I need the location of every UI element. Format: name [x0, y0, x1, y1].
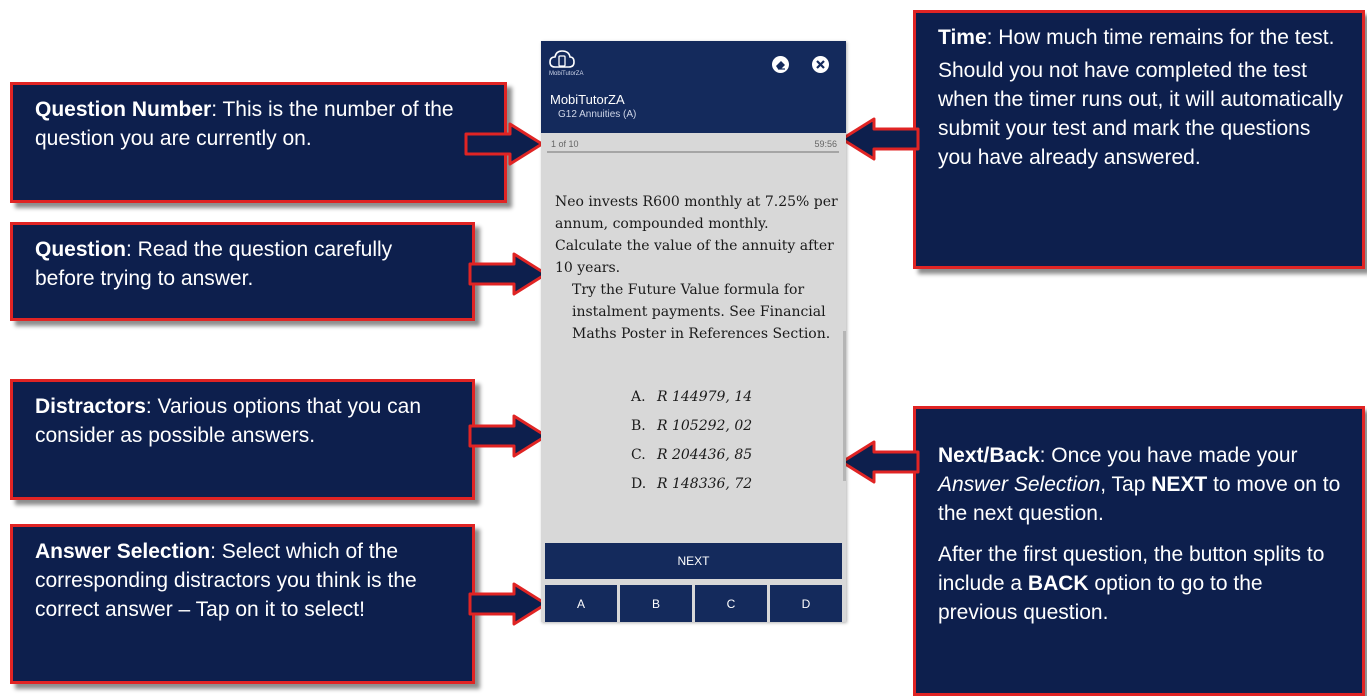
- annotation-title: Next/Back: [938, 444, 1040, 467]
- answer-button-a[interactable]: A: [545, 585, 617, 622]
- annotation-next-back: Next/Back: Once you have made your Answe…: [913, 406, 1365, 696]
- annotation-answer-selection: Answer Selection: Select which of the co…: [10, 524, 475, 684]
- option-letter: D.: [631, 476, 647, 492]
- test-timer: 59:56: [814, 139, 837, 149]
- question-number: 1 of 10: [551, 139, 579, 149]
- annotation-title: Distractors: [35, 395, 146, 418]
- app-name: MobiTutorZA: [550, 92, 625, 107]
- answer-button-d[interactable]: D: [770, 585, 842, 622]
- option-value: R 148336, 72: [657, 476, 753, 492]
- option-letter: A.: [631, 389, 646, 405]
- annotation-text-bold: BACK: [1027, 572, 1089, 595]
- arrow-left-icon: [840, 117, 920, 161]
- close-icon[interactable]: [811, 55, 830, 74]
- scrollbar[interactable]: [843, 331, 846, 481]
- cloud-phone-logo-icon: [549, 50, 575, 68]
- question-text: Neo invests R600 monthly at 7.25% per an…: [555, 194, 838, 276]
- option-value: R 144979, 14: [657, 389, 753, 405]
- arrow-right-icon: [464, 122, 544, 166]
- test-name: G12 Annuities (A): [558, 109, 637, 120]
- annotation-title: Question Number: [35, 98, 212, 121]
- annotation-distractors: Distractors: Various options that you ca…: [10, 379, 475, 500]
- answer-button-b[interactable]: B: [620, 585, 692, 622]
- distractor-option: A. R 144979, 14: [631, 386, 831, 415]
- distractor-option: C. R 204436, 85: [631, 444, 831, 473]
- annotation-text-bold: NEXT: [1151, 473, 1208, 496]
- distractor-option: D. R 148336, 72: [631, 473, 831, 502]
- annotation-text: , Tap: [1100, 473, 1152, 496]
- annotation-question: Question: Read the question carefully be…: [10, 222, 475, 321]
- app-header: MobiTutorZA MobiTutorZA G12 Annuities (A…: [541, 41, 846, 133]
- option-letter: C.: [631, 447, 646, 463]
- answer-selection-bar: A B C D: [545, 585, 842, 622]
- annotation-title: Question: [35, 238, 127, 261]
- annotation-text: : Once you have made your: [1039, 444, 1298, 467]
- option-value: R 105292, 02: [657, 418, 753, 434]
- question-hint: Try the Future Value formula for instalm…: [572, 282, 831, 342]
- annotation-title: Answer Selection: [35, 540, 211, 563]
- annotation-question-number: Question Number: This is the number of t…: [10, 82, 507, 203]
- progress-row: 1 of 10 59:56: [547, 137, 839, 153]
- arrow-left-icon: [840, 440, 920, 484]
- annotation-text: : How much time remains for the test.: [986, 26, 1335, 49]
- annotation-text-2: Should you not have completed the test w…: [938, 59, 1343, 169]
- next-button[interactable]: NEXT: [545, 543, 842, 579]
- arrow-right-icon: [468, 252, 548, 296]
- arrow-right-icon: [468, 582, 548, 626]
- distractor-list: A. R 144979, 14 B. R 105292, 02 C. R 204436…: [631, 386, 831, 502]
- phone-screen: MobiTutorZA MobiTutorZA G12 Annuities (A…: [541, 41, 846, 622]
- annotation-text-italic: Answer Selection: [938, 473, 1101, 496]
- eraser-icon[interactable]: [771, 55, 790, 74]
- logo-text: MobiTutorZA: [549, 71, 584, 77]
- annotation-time: Time: How much time remains for the test…: [913, 10, 1365, 269]
- annotation-title: Time: [938, 26, 987, 49]
- distractor-option: B. R 105292, 02: [631, 415, 831, 444]
- option-letter: B.: [631, 418, 646, 434]
- answer-button-c[interactable]: C: [695, 585, 767, 622]
- arrow-right-icon: [468, 414, 548, 458]
- option-value: R 204436, 85: [657, 447, 753, 463]
